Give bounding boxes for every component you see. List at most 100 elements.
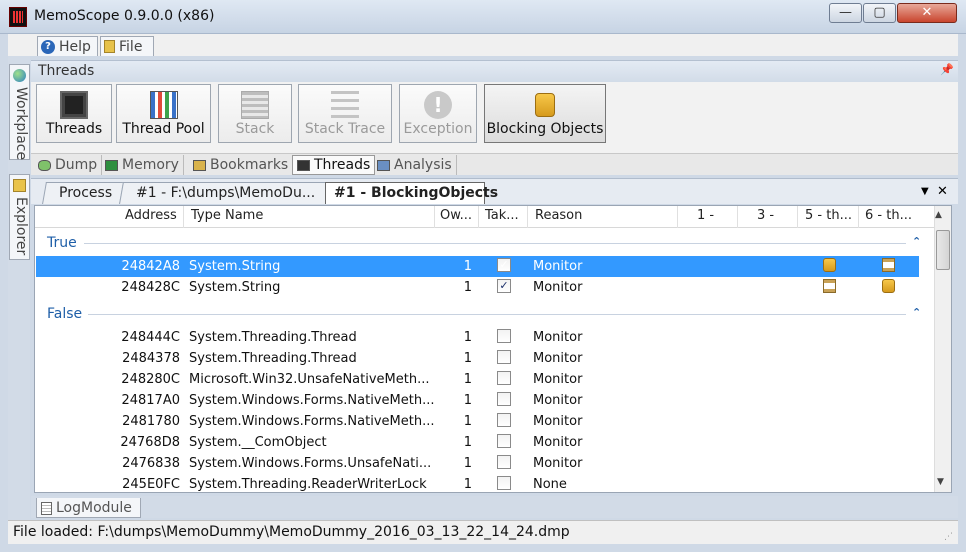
lock-icon (535, 93, 555, 117)
database-icon (38, 159, 51, 171)
table-row[interactable]: 248280C Microsoft.Win32.UnsafeNativeMeth… (36, 369, 919, 390)
window-title: MemoScope 0.9.0.0 (x86) (34, 8, 215, 24)
side-tab-workplace[interactable]: Workplace (9, 64, 30, 160)
group-divider (88, 314, 906, 315)
taken-checkbox[interactable] (497, 455, 511, 469)
tab-log-module-label: LogModule (56, 500, 132, 516)
stack-button[interactable]: Stack (218, 84, 292, 143)
cell-owner: 1 (463, 330, 472, 345)
scrollbar-thumb[interactable] (936, 230, 950, 270)
cell-reason: Monitor (533, 456, 583, 471)
table-row[interactable]: 245E0FC System.Threading.ReaderWriterLoc… (36, 474, 919, 492)
group-header-false[interactable]: False (47, 306, 82, 322)
pin-icon[interactable]: 📌 (940, 63, 954, 76)
lock-icon (882, 279, 895, 293)
table-row[interactable]: 24768D8 System.__ComObject 1 Monitor (36, 432, 919, 453)
resize-grip-icon[interactable]: ⋰ (944, 532, 953, 542)
cell-type-name: System.String (189, 280, 281, 295)
cell-type-name: System.__ComObject (189, 435, 327, 450)
tab-analysis[interactable]: Analysis (373, 155, 457, 175)
menu-help[interactable]: ? Help (37, 36, 98, 56)
close-window-button[interactable]: ✕ (897, 3, 957, 23)
threads-button[interactable]: Threads (36, 84, 112, 143)
close-tab-icon[interactable]: ✕ (937, 184, 948, 199)
table-row[interactable]: 24842A8 System.String 1 ✓ Monitor (36, 256, 919, 277)
tab-memory[interactable]: Memory (101, 155, 184, 175)
table-row[interactable]: 24817A0 System.Windows.Forms.NativeMeth.… (36, 390, 919, 411)
doc-tab-process[interactable]: Process (42, 182, 124, 204)
tab-bookmarks[interactable]: Bookmarks (189, 155, 294, 175)
collapse-group-icon[interactable]: ⌃ (912, 306, 921, 319)
tab-log-module[interactable]: LogModule (36, 498, 141, 518)
column-header-owner[interactable]: Ow... (440, 208, 472, 223)
column-separator[interactable] (478, 206, 479, 228)
taken-checkbox[interactable] (497, 329, 511, 343)
column-header-taken[interactable]: Tak... (485, 208, 519, 223)
side-tab-explorer[interactable]: Explorer (9, 174, 30, 260)
cell-owner: 1 (463, 456, 472, 471)
taken-checkbox[interactable] (497, 434, 511, 448)
stack-trace-button[interactable]: Stack Trace (298, 84, 392, 143)
collapse-group-icon[interactable]: ⌃ (912, 235, 921, 248)
taken-checkbox[interactable] (497, 392, 511, 406)
tab-list-dropdown-icon[interactable]: ▼ (921, 186, 929, 197)
table-row[interactable]: 248428C System.String 1 ✓ Monitor (36, 277, 919, 298)
cell-owner: 1 (463, 414, 472, 429)
app-logo-icon (9, 7, 27, 27)
doc-tab-blocking-objects[interactable]: #1 - BlockingObjects (325, 182, 498, 204)
doc-tab-dump[interactable]: #1 - F:\dumps\MemoDu... (119, 182, 330, 204)
scroll-down-icon[interactable]: ▼ (937, 477, 944, 487)
taken-checkbox[interactable]: ✓ (497, 258, 511, 272)
stack-icon (241, 91, 269, 119)
group-header-true[interactable]: True (47, 235, 77, 251)
memory-chip-icon (105, 159, 118, 171)
minimize-button[interactable]: — (829, 3, 862, 23)
processor-icon (60, 91, 88, 119)
cell-type-name: System.Threading.Thread (189, 351, 357, 366)
cell-address: 248280C (121, 372, 180, 387)
column-separator[interactable] (434, 206, 435, 228)
exclamation-icon: ! (424, 91, 452, 119)
column-header-thread-3[interactable]: 3 - (757, 208, 774, 223)
taken-checkbox[interactable] (497, 371, 511, 385)
table-row[interactable]: 248444C System.Threading.Thread 1 Monito… (36, 327, 919, 348)
column-separator[interactable] (527, 206, 528, 228)
menu-file[interactable]: File (100, 36, 154, 56)
thread-pool-icon (149, 91, 178, 119)
column-header-thread-1[interactable]: 1 - (697, 208, 714, 223)
taken-checkbox[interactable] (497, 350, 511, 364)
table-row[interactable]: 2476838 System.Windows.Forms.UnsafeNati.… (36, 453, 919, 474)
maximize-button[interactable]: ▢ (863, 3, 896, 23)
cell-reason: Monitor (533, 393, 583, 408)
column-header-thread-5[interactable]: 5 - th... (805, 208, 852, 223)
thread-pool-button[interactable]: Thread Pool (116, 84, 211, 143)
tab-dump[interactable]: Dump (34, 155, 103, 175)
file-icon (104, 40, 115, 53)
column-header-reason[interactable]: Reason (535, 208, 582, 223)
taken-checkbox[interactable] (497, 476, 511, 490)
column-separator[interactable] (737, 206, 738, 228)
group-divider (84, 243, 906, 244)
panel-header (31, 60, 958, 82)
tab-bookmarks-label: Bookmarks (210, 157, 289, 173)
column-separator[interactable] (858, 206, 859, 228)
table-row[interactable]: 2484378 System.Threading.Thread 1 Monito… (36, 348, 919, 369)
column-header-type-name[interactable]: Type Name (191, 208, 263, 223)
blocking-objects-button-label: Blocking Objects (486, 121, 604, 137)
taken-checkbox[interactable]: ✓ (497, 279, 511, 293)
column-header-thread-6[interactable]: 6 - th... (865, 208, 912, 223)
blocking-objects-button[interactable]: Blocking Objects (484, 84, 606, 143)
column-header-address[interactable]: Address (125, 208, 177, 223)
taken-checkbox[interactable] (497, 413, 511, 427)
tab-threads[interactable]: Threads (292, 155, 376, 175)
cell-reason: Monitor (533, 414, 583, 429)
column-separator[interactable] (797, 206, 798, 228)
cell-reason: Monitor (533, 280, 583, 295)
cell-address: 248428C (121, 280, 180, 295)
scroll-up-icon[interactable]: ▲ (935, 210, 942, 220)
column-separator[interactable] (183, 206, 184, 228)
table-row[interactable]: 2481780 System.Windows.Forms.NativeMeth.… (36, 411, 919, 432)
column-separator[interactable] (677, 206, 678, 228)
exception-button[interactable]: ! Exception (399, 84, 477, 143)
cell-owner: 1 (463, 435, 472, 450)
